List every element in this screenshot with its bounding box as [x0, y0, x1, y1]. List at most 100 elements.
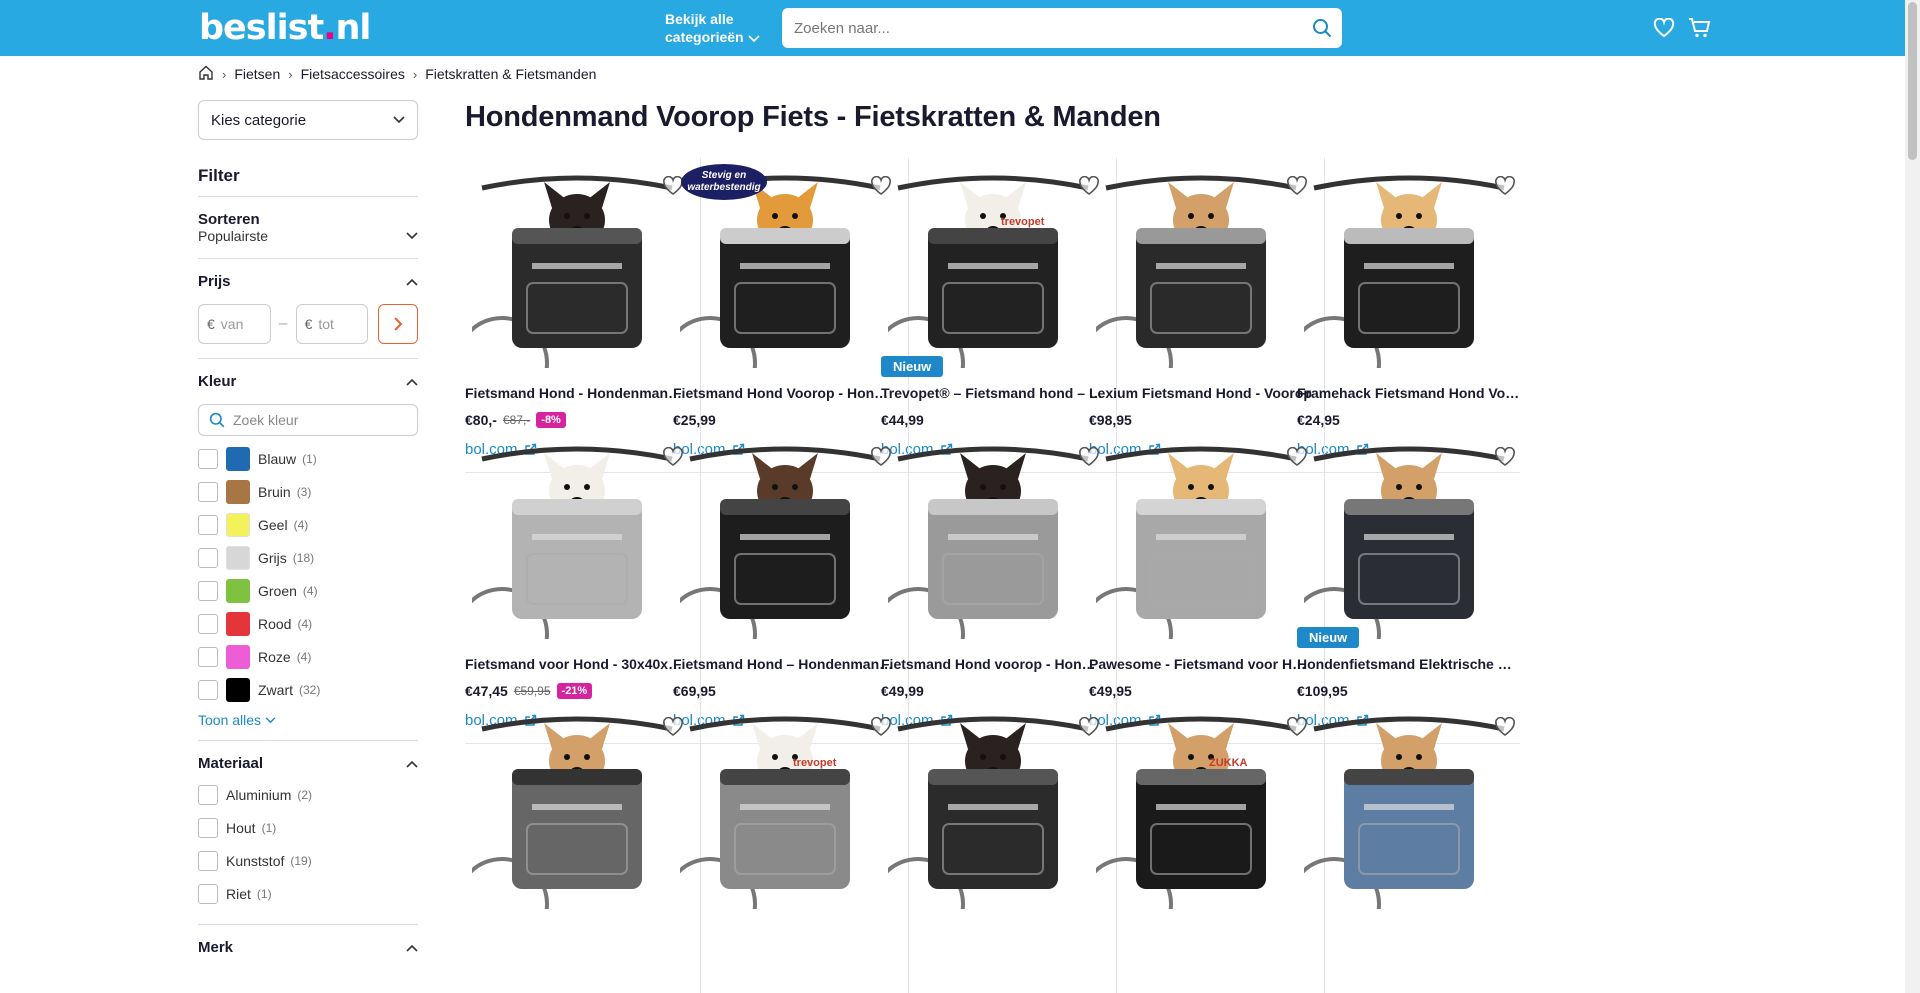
color-option-roze[interactable]: Roze (4) [198, 640, 418, 673]
product-card[interactable]: Framehack Fietsmand Hond Voorop€24,95bol… [1297, 158, 1520, 473]
product-image[interactable] [1089, 699, 1312, 909]
material-option-hout[interactable]: Hout (1) [198, 811, 418, 844]
product-card[interactable]: Pawesome - Fietsmand voor Hond€49,95bol.… [1089, 429, 1325, 744]
product-price: €109,95 [1297, 683, 1348, 699]
product-image[interactable] [881, 699, 1104, 909]
material-option-count: (1) [256, 886, 272, 901]
product-title[interactable]: Fietsmand Hond - Hondenmand Fiets [465, 385, 688, 401]
page-scrollbar[interactable] [1905, 0, 1920, 993]
product-card[interactable]: Lexium Fietsmand Hond - Voorop€98,95bol.… [1089, 158, 1325, 473]
checkbox[interactable] [198, 883, 218, 904]
show-all-colors-link[interactable]: Toon alles [198, 712, 276, 728]
product-image[interactable] [881, 429, 1104, 639]
breadcrumb-fietskratten[interactable]: Fietskratten & Fietsmanden [425, 66, 596, 82]
color-search-input[interactable]: Zoek kleur [198, 404, 418, 436]
material-toggle[interactable]: Materiaal [198, 755, 418, 772]
checkbox[interactable] [198, 646, 218, 667]
breadcrumb-fietsaccessoires[interactable]: Fietsaccessoires [301, 66, 405, 82]
product-image[interactable] [1089, 429, 1312, 639]
product-image[interactable] [1297, 699, 1520, 909]
color-option-geel[interactable]: Geel (4) [198, 508, 418, 541]
checkbox[interactable] [198, 817, 218, 838]
product-title[interactable]: Pawesome - Fietsmand voor Hond [1089, 656, 1312, 672]
checkbox[interactable] [198, 448, 218, 469]
favorites-heart-icon[interactable] [1652, 16, 1676, 40]
product-image[interactable] [465, 699, 688, 909]
chevron-up-icon [406, 760, 418, 768]
color-section: Kleur Zoek kleur Blauw (1) Bruin (3) Geel (4)… [198, 359, 418, 741]
checkbox[interactable] [198, 850, 218, 871]
product-card[interactable]: trevopet [673, 699, 909, 993]
color-option-bruin[interactable]: Bruin (3) [198, 475, 418, 508]
product-card[interactable]: Fietsmand Hond – Hondenmand Fiets€69,95b… [673, 429, 909, 744]
price-toggle[interactable]: Prijs [198, 273, 418, 290]
color-option-blauw[interactable]: Blauw (1) [198, 442, 418, 475]
material-option-riet[interactable]: Riet (1) [198, 877, 418, 910]
product-title[interactable]: Trevopet® – Fietsmand hond – Voorop [881, 385, 1104, 401]
search-input[interactable] [782, 8, 1302, 48]
brand-toggle[interactable]: Merk [198, 939, 418, 956]
product-card[interactable]: Fietsmand Hond voorop - Hondenmand €49,99… [881, 429, 1117, 744]
beslist-logo[interactable]: beslist.nl [199, 8, 371, 48]
search-icon[interactable] [1302, 8, 1342, 48]
checkbox[interactable] [198, 481, 218, 502]
favorite-heart-icon[interactable] [1492, 714, 1518, 740]
home-icon[interactable] [198, 65, 214, 83]
product-brand-mark: trevopet [793, 757, 837, 769]
color-option-grijs[interactable]: Grijs (18) [198, 541, 418, 574]
product-image[interactable] [1297, 429, 1520, 639]
checkbox[interactable] [198, 547, 218, 568]
breadcrumb-fietsen[interactable]: Fietsen [234, 66, 280, 82]
product-image[interactable] [465, 158, 688, 368]
checkbox[interactable] [198, 613, 218, 634]
checkbox[interactable] [198, 580, 218, 601]
product-card[interactable] [1297, 699, 1520, 993]
color-option-groen[interactable]: Groen (4) [198, 574, 418, 607]
product-card[interactable]: Fietsmand Hond - Hondenmand Fiets€80,-€8… [465, 158, 701, 473]
favorite-heart-icon[interactable] [1492, 444, 1518, 470]
material-option-aluminium[interactable]: Aluminium (2) [198, 778, 418, 811]
product-image[interactable] [465, 429, 688, 639]
price-from-input[interactable]: € van [198, 304, 271, 344]
product-title[interactable]: Fietsmand Hond Voorop - Hondenmand [673, 385, 896, 401]
checkbox[interactable] [198, 784, 218, 805]
all-categories-button[interactable]: Bekijk alle categorieën [665, 10, 760, 46]
price-to-input[interactable]: € tot [295, 304, 369, 344]
product-title[interactable]: Hondenfietsmand Elektrische Fiets [1297, 656, 1520, 672]
product-card[interactable]: Fietsmand voor Hond - 30x40x35 cm €47,45 €… [465, 429, 701, 744]
product-title[interactable]: Lexium Fietsmand Hond - Voorop [1089, 385, 1312, 401]
price-apply-button[interactable] [378, 304, 419, 344]
checkbox[interactable] [198, 514, 218, 535]
product-brand-mark: ZUKKA [1209, 757, 1248, 769]
product-card[interactable] [881, 699, 1117, 993]
chevron-right-icon [394, 317, 403, 331]
color-toggle[interactable]: Kleur [198, 373, 418, 390]
product-title[interactable]: Fietsmand voor Hond - 30x40x35 cm [465, 656, 688, 672]
cart-icon[interactable] [1688, 16, 1712, 40]
color-option-rood[interactable]: Rood (4) [198, 607, 418, 640]
product-image[interactable] [1089, 158, 1312, 368]
product-card[interactable]: Nieuw Hondenfietsmand Elektrische Fiets €1… [1297, 429, 1520, 744]
product-card[interactable]: ZUKKA [1089, 699, 1325, 993]
sort-section[interactable]: Sorteren Populairste [198, 197, 418, 259]
product-price-row: €49,99 [881, 683, 924, 699]
product-card[interactable]: Stevig en waterbestendig Fietsmand Hond Vo… [673, 158, 909, 473]
product-title[interactable]: Fietsmand Hond voorop - Hondenmand [881, 656, 1104, 672]
product-price: €24,95 [1297, 412, 1340, 428]
color-option-zwart[interactable]: Zwart (32) [198, 673, 418, 706]
checkbox[interactable] [198, 679, 218, 700]
product-image[interactable] [673, 699, 896, 909]
scrollbar-thumb[interactable] [1908, 2, 1917, 160]
product-title[interactable]: Fietsmand Hond – Hondenmand Fiets [673, 656, 896, 672]
product-image[interactable] [1297, 158, 1520, 368]
favorite-heart-icon[interactable] [1492, 173, 1518, 199]
category-select-label: Kies categorie [211, 111, 307, 129]
product-image[interactable] [673, 429, 896, 639]
material-option-count: (19) [290, 853, 312, 868]
product-card[interactable] [465, 699, 701, 993]
product-card[interactable]: trevopet Nieuw Trevopet® – Fietsmand hond … [881, 158, 1117, 473]
product-image[interactable] [881, 158, 1104, 368]
category-select[interactable]: Kies categorie [198, 100, 418, 140]
material-option-kunststof[interactable]: Kunststof (19) [198, 844, 418, 877]
product-title[interactable]: Framehack Fietsmand Hond Voorop [1297, 385, 1520, 401]
